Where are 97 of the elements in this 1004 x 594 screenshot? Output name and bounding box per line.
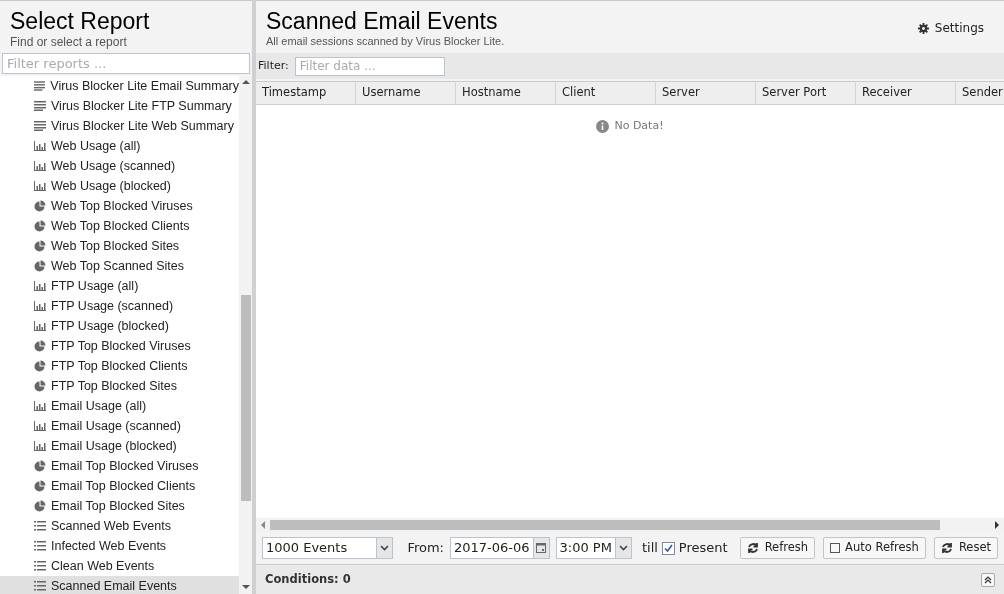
- from-label: From:: [407, 539, 444, 558]
- report-item[interactable]: FTP Usage (scanned): [0, 296, 239, 316]
- column-header[interactable]: Username: [356, 82, 456, 104]
- time-select[interactable]: 3:00 PM: [555, 537, 632, 559]
- column-header[interactable]: Sender: [956, 82, 1004, 104]
- settings-icon: [917, 22, 929, 34]
- auto-refresh-button[interactable]: Auto Refresh: [823, 537, 926, 559]
- caret-icon: [380, 545, 390, 551]
- filter-data-field[interactable]: Filter data ...: [294, 56, 445, 76]
- bar-chart-icon: [34, 141, 46, 151]
- pie-chart-icon: [34, 260, 46, 272]
- caret-icon: [618, 545, 628, 551]
- pie-chart-icon: [34, 460, 46, 472]
- report-item[interactable]: Scanned Email Events: [0, 576, 239, 594]
- filter-label: Filter:: [258, 57, 289, 74]
- report-item[interactable]: Scanned Web Events: [0, 516, 239, 536]
- pie-chart-icon: [34, 500, 46, 512]
- pie-chart-icon: [34, 220, 46, 232]
- lines-icon: [34, 101, 46, 111]
- pie-chart-icon: [34, 360, 46, 372]
- panel-title: Select Report: [10, 7, 151, 35]
- report-item[interactable]: Clean Web Events: [0, 556, 239, 576]
- panel-subtitle: Find or select a report: [10, 35, 128, 49]
- report-item[interactable]: Email Usage (blocked): [0, 436, 239, 456]
- report-item[interactable]: Web Top Blocked Sites: [0, 236, 239, 256]
- report-item[interactable]: Virus Blocker Lite Web Summary: [0, 116, 239, 136]
- bar-chart-icon: [34, 421, 46, 431]
- date-field[interactable]: 2017-06-06: [449, 537, 550, 559]
- limit-select[interactable]: 1000 Events: [262, 537, 394, 559]
- list-icon: [34, 521, 46, 531]
- checkmark-icon: [663, 543, 673, 553]
- report-item[interactable]: Web Usage (blocked): [0, 176, 239, 196]
- report-item[interactable]: Web Top Blocked Clients: [0, 216, 239, 236]
- settings-button[interactable]: Settings: [917, 19, 984, 37]
- report-item[interactable]: Virus Blocker Lite FTP Summary: [0, 96, 239, 116]
- report-item[interactable]: Infected Web Events: [0, 536, 239, 556]
- pie-chart-icon: [34, 480, 46, 492]
- column-header[interactable]: Timestamp: [256, 82, 356, 104]
- report-item[interactable]: FTP Top Blocked Sites: [0, 376, 239, 396]
- bar-chart-icon: [34, 281, 46, 291]
- column-header[interactable]: Server Port: [756, 82, 856, 104]
- empty-message: No Data!: [614, 117, 664, 134]
- bar-chart-icon: [34, 401, 46, 411]
- refresh-button[interactable]: Refresh: [739, 537, 816, 559]
- report-item[interactable]: FTP Top Blocked Viruses: [0, 336, 239, 356]
- pie-chart-icon: [34, 240, 46, 252]
- scroll-up-icon[interactable]: [241, 79, 250, 85]
- report-item[interactable]: Email Usage (scanned): [0, 416, 239, 436]
- info-icon: [596, 119, 610, 133]
- lines-icon: [34, 81, 46, 91]
- report-item[interactable]: Email Top Blocked Sites: [0, 496, 239, 516]
- report-item[interactable]: Web Top Blocked Viruses: [0, 196, 239, 216]
- report-description: All email sessions scanned by Virus Blocker Lite.: [266, 35, 506, 48]
- report-item[interactable]: FTP Usage (all): [0, 276, 239, 296]
- column-header[interactable]: Server: [656, 82, 756, 104]
- column-header[interactable]: Receiver: [856, 82, 956, 104]
- pie-chart-icon: [34, 200, 46, 212]
- till-label: till: [641, 539, 658, 558]
- report-item[interactable]: Email Top Blocked Clients: [0, 476, 239, 496]
- report-item[interactable]: Web Usage (scanned): [0, 156, 239, 176]
- bar-chart-icon: [34, 181, 46, 191]
- column-header[interactable]: Client: [556, 82, 656, 104]
- present-checkbox[interactable]: Present: [661, 538, 728, 558]
- calendar-icon: [536, 543, 547, 553]
- report-title: Scanned Email Events: [266, 7, 499, 35]
- filter-reports-field[interactable]: Filter reports ...: [2, 53, 250, 74]
- scroll-thumb[interactable]: [240, 295, 251, 501]
- bar-chart-icon: [34, 441, 46, 451]
- column-header[interactable]: Hostname: [456, 82, 556, 104]
- pie-chart-icon: [34, 340, 46, 352]
- pie-chart-icon: [34, 380, 46, 392]
- bar-chart-icon: [34, 161, 46, 171]
- report-item[interactable]: Web Usage (all): [0, 136, 239, 156]
- report-item[interactable]: Virus Blocker Lite Email Summary: [0, 76, 239, 96]
- report-item[interactable]: Email Top Blocked Viruses: [0, 456, 239, 476]
- double-chevron-up-icon: [984, 575, 992, 584]
- scroll-left-icon[interactable]: [260, 521, 266, 529]
- scroll-right-icon[interactable]: [994, 521, 1000, 529]
- refresh-icon: [746, 542, 759, 554]
- scroll-thumb[interactable]: [270, 520, 940, 530]
- list-icon: [34, 581, 46, 591]
- report-item[interactable]: FTP Usage (blocked): [0, 316, 239, 336]
- report-item[interactable]: Email Usage (all): [0, 396, 239, 416]
- list-icon: [34, 541, 46, 551]
- scrollbar[interactable]: [239, 76, 252, 594]
- lines-icon: [34, 121, 46, 131]
- refresh-icon: [940, 542, 953, 554]
- report-item[interactable]: Web Top Scanned Sites: [0, 256, 239, 276]
- bar-chart-icon: [34, 301, 46, 311]
- conditions-label: Conditions: 0: [265, 570, 352, 588]
- expand-button[interactable]: [981, 572, 995, 587]
- scroll-down-icon[interactable]: [241, 584, 250, 590]
- reset-button[interactable]: Reset: [933, 537, 998, 559]
- list-icon: [34, 561, 46, 571]
- bar-chart-icon: [34, 321, 46, 331]
- report-item[interactable]: FTP Top Blocked Clients: [0, 356, 239, 376]
- horizontal-scrollbar[interactable]: [256, 518, 1004, 532]
